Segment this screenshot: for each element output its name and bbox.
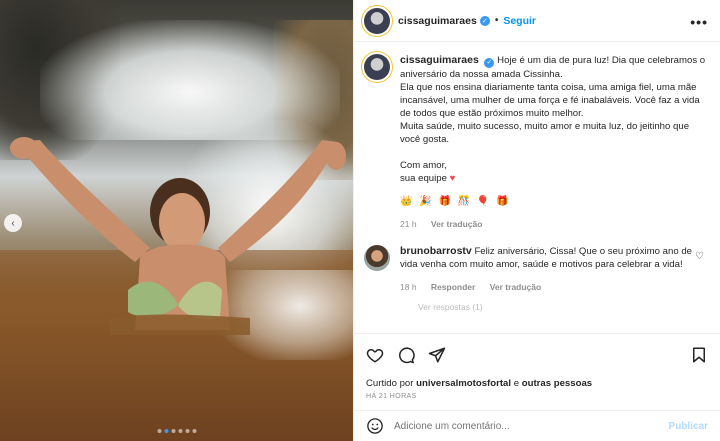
carousel-dot bbox=[192, 429, 196, 433]
comment-meta: 18 h Responder Ver tradução bbox=[400, 281, 700, 294]
follow-button[interactable]: Seguir bbox=[503, 15, 536, 27]
verified-badge-icon: ✓ bbox=[479, 15, 490, 26]
caption-text-2: Ela que nos ensina diariamente tanta coi… bbox=[400, 81, 700, 119]
carousel-dot bbox=[185, 429, 189, 433]
add-comment-bar: Publicar bbox=[354, 410, 720, 441]
caption-time[interactable]: 21 h bbox=[400, 219, 417, 229]
reply-link[interactable]: Responder bbox=[431, 282, 475, 292]
caption-emojis: 👑 🎉 🎁 🎊 🎈 🎁 bbox=[400, 195, 511, 207]
liked-by: Curtido por universalmotosfortal e outra… bbox=[366, 378, 708, 389]
liked-by-user[interactable]: universalmotosfortal bbox=[416, 378, 511, 389]
post-timestamp[interactable]: HÁ 21 HORAS bbox=[366, 393, 708, 400]
post-header: cissaguimaraes ✓ • Seguir ••• bbox=[354, 0, 720, 42]
save-bookmark-icon[interactable] bbox=[690, 346, 708, 364]
post-photo[interactable]: ‹ bbox=[0, 0, 353, 441]
comment-time[interactable]: 18 h bbox=[400, 282, 417, 292]
carousel-dot bbox=[164, 429, 168, 433]
caption-text-3: Muita saúde, muito sucesso, muito amor e… bbox=[400, 120, 690, 145]
comment-translate-link[interactable]: Ver tradução bbox=[490, 282, 542, 292]
comment-bubble-icon[interactable] bbox=[397, 346, 415, 364]
caption-username[interactable]: cissaguimaraes bbox=[400, 54, 479, 66]
more-options-icon[interactable]: ••• bbox=[690, 14, 708, 30]
publish-button[interactable]: Publicar bbox=[669, 421, 708, 432]
emoji-smiley-icon[interactable] bbox=[366, 417, 384, 435]
caption-text-5: sua equipe bbox=[400, 172, 447, 184]
comment-body: brunobarrostv Feliz aniversário, Cissa! … bbox=[400, 245, 700, 294]
caption-translate-link[interactable]: Ver tradução bbox=[431, 219, 483, 229]
liked-by-and: e bbox=[513, 378, 520, 389]
author-username[interactable]: cissaguimaraes bbox=[398, 15, 477, 27]
post-actions: Curtido por universalmotosfortal e outra… bbox=[354, 333, 720, 400]
caption-text-4: Com amor, bbox=[400, 159, 447, 171]
verified-badge-icon: ✓ bbox=[484, 57, 495, 68]
caption-avatar[interactable] bbox=[364, 54, 390, 80]
action-icons bbox=[366, 344, 708, 366]
caption: cissaguimaraes ✓ Hoje é um dia de pura l… bbox=[364, 54, 708, 231]
liked-by-prefix: Curtido por bbox=[366, 378, 414, 389]
caption-meta: 21 h Ver tradução bbox=[400, 218, 708, 231]
like-heart-icon[interactable] bbox=[366, 346, 384, 364]
comment-input[interactable] bbox=[394, 420, 669, 432]
carousel-dot bbox=[178, 429, 182, 433]
carousel-dot bbox=[157, 429, 161, 433]
liked-by-others[interactable]: outras pessoas bbox=[522, 378, 592, 389]
share-send-icon[interactable] bbox=[428, 346, 446, 364]
red-heart-icon: ♥ bbox=[449, 172, 456, 184]
comments-scroll-area[interactable]: cissaguimaraes ✓ Hoje é um dia de pura l… bbox=[354, 42, 720, 332]
instagram-post-modal: ‹ cissaguimaraes ✓ • Seguir ••• cissagui… bbox=[0, 0, 720, 441]
carousel-dot bbox=[171, 429, 175, 433]
caption-body: cissaguimaraes ✓ Hoje é um dia de pura l… bbox=[400, 54, 708, 231]
commenter-username[interactable]: brunobarrostv bbox=[400, 245, 472, 257]
carousel-prev-button[interactable]: ‹ bbox=[4, 214, 22, 232]
post-details-panel: cissaguimaraes ✓ • Seguir ••• cissaguima… bbox=[353, 0, 720, 441]
view-replies-link[interactable]: Ver respostas (1) bbox=[418, 302, 708, 312]
woman-figure bbox=[10, 137, 346, 335]
carousel-indicator bbox=[157, 429, 196, 433]
comment-item: brunobarrostv Feliz aniversário, Cissa! … bbox=[364, 244, 708, 294]
comment-like-icon[interactable]: ♡ bbox=[695, 251, 704, 262]
avatar[interactable] bbox=[364, 7, 390, 34]
commenter-avatar[interactable] bbox=[364, 244, 390, 271]
separator-dot: • bbox=[494, 15, 499, 26]
